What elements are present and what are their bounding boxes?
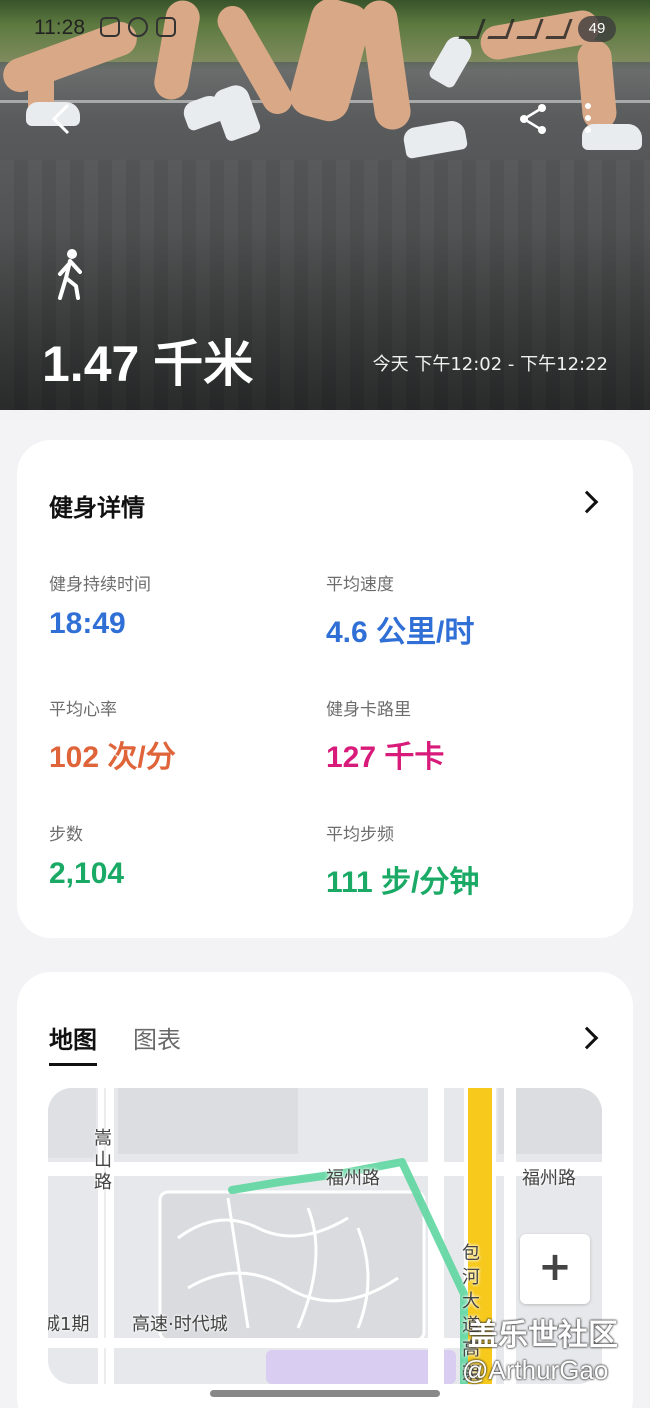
status-system-icons: 49 xyxy=(458,16,616,42)
metric-label: 步数 xyxy=(49,825,83,845)
status-bar: 11:28 49 xyxy=(0,14,650,46)
share-icon xyxy=(520,104,546,134)
metric-label: 平均步频 xyxy=(326,825,394,845)
metric-cadence: 平均步频 111 步/分钟 xyxy=(326,820,596,901)
metric-calories: 健身卡路里 127 千卡 xyxy=(326,695,596,776)
metric-label: 健身卡路里 xyxy=(326,700,411,720)
workout-details-card: 健身详情 健身持续时间 18:49 平均速度 4.6 公里/时 平均心率 102… xyxy=(17,440,633,938)
metric-avg-heart-rate: 平均心率 102 次/分 xyxy=(49,695,319,776)
share-button[interactable] xyxy=(516,102,550,141)
status-notification-icons xyxy=(100,17,176,37)
watermark-community: 盖乐世社区 xyxy=(468,1318,618,1353)
metric-duration: 健身持续时间 18:49 xyxy=(49,570,319,641)
wifi-icon xyxy=(487,19,515,39)
distance-value: 1.47 千米 xyxy=(42,336,254,392)
map-more-button[interactable] xyxy=(575,1026,599,1050)
home-indicator[interactable] xyxy=(210,1390,440,1397)
map-label-fuzhou-road: 福州路 xyxy=(326,1168,380,1189)
metric-steps: 步数 2,104 xyxy=(49,820,319,891)
hero-banner: 11:28 49 1.47 千米 今天 下午12:02 - 下午12:22 xyxy=(0,0,650,410)
metric-value: 4.6 公里/时 xyxy=(326,616,475,649)
screenshot-icon xyxy=(100,17,120,37)
metric-avg-speed: 平均速度 4.6 公里/时 xyxy=(326,570,596,651)
metric-label: 健身持续时间 xyxy=(49,575,151,595)
details-more-button[interactable] xyxy=(575,490,599,514)
map-label-fuzhou-road-2: 福州路 xyxy=(522,1168,576,1189)
mute-icon xyxy=(458,19,486,39)
walking-person-icon xyxy=(58,249,82,300)
metric-value: 102 次/分 xyxy=(49,741,176,774)
metric-value: 111 步/分钟 xyxy=(326,866,480,899)
metric-value: 127 千卡 xyxy=(326,741,445,774)
date-range: 今天 下午12:02 - 下午12:22 xyxy=(372,354,608,375)
more-vertical-icon xyxy=(585,103,591,133)
more-options-button[interactable] xyxy=(580,100,596,141)
metric-label: 平均速度 xyxy=(326,575,394,595)
metric-value: 18:49 xyxy=(49,607,126,640)
tab-map[interactable]: 地图 xyxy=(49,1020,97,1066)
map-label-songshan-road: 嵩山路 xyxy=(94,1128,112,1193)
details-title: 健身详情 xyxy=(49,494,145,522)
map-label-phase1: 城1期 xyxy=(48,1314,90,1335)
status-time: 11:28 xyxy=(34,16,85,39)
map-label-gaosu-times-city: 高速·时代城 xyxy=(132,1314,228,1335)
map-tabs: 地图 图表 xyxy=(49,1020,181,1066)
tab-chart[interactable]: 图表 xyxy=(133,1020,181,1066)
back-button[interactable] xyxy=(48,103,74,140)
message-icon xyxy=(156,17,176,37)
check-icon xyxy=(128,17,148,37)
zoom-in-button[interactable]: + xyxy=(520,1234,590,1304)
watermark-author: @ArthurGao xyxy=(462,1355,609,1385)
metric-label: 平均心率 xyxy=(49,700,117,720)
battery-indicator: 49 xyxy=(578,16,616,42)
signal-icon-2 xyxy=(545,19,573,39)
chevron-left-icon xyxy=(51,103,70,135)
metric-value: 2,104 xyxy=(49,857,125,890)
signal-icon xyxy=(516,19,544,39)
